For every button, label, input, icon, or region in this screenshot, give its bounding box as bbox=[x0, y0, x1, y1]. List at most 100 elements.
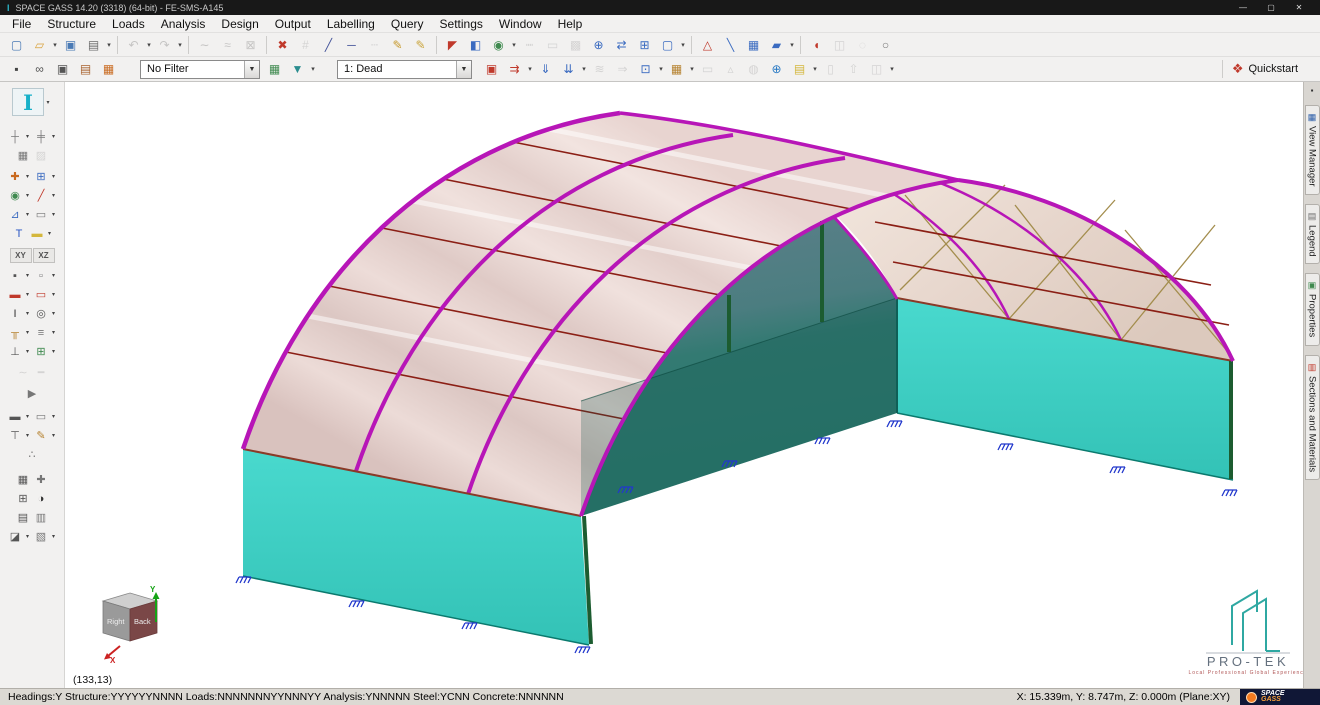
render-icon[interactable]: ▰ bbox=[765, 35, 788, 55]
left-tool-icon[interactable]: ≡ bbox=[33, 324, 50, 341]
support-symbol[interactable] bbox=[462, 623, 477, 629]
save-icon[interactable]: ▣ bbox=[59, 35, 82, 55]
close-icon[interactable]: ✕ bbox=[1285, 3, 1313, 12]
shade-mode-icon[interactable]: ◫ bbox=[828, 35, 851, 55]
left-tool-icon[interactable]: ▥ bbox=[33, 509, 50, 526]
dropdown-arrow-icon[interactable]: ▾ bbox=[657, 65, 665, 73]
dropdown-arrow-icon[interactable]: ▾ bbox=[788, 41, 796, 49]
left-tool-icon[interactable]: ⊤ bbox=[7, 427, 24, 444]
i-section-tool[interactable]: I bbox=[7, 305, 24, 322]
left-tool-icon[interactable]: ╪ bbox=[33, 128, 50, 145]
dropdown-arrow-icon[interactable]: ▾ bbox=[50, 173, 58, 180]
dropdown-arrow-icon[interactable]: ▾ bbox=[105, 41, 113, 49]
draw-member-icon[interactable]: ╱ bbox=[317, 35, 340, 55]
node-tool-icon[interactable]: ◉ bbox=[487, 35, 510, 55]
left-tool-icon[interactable]: ▧ bbox=[33, 528, 50, 545]
panel-tab-properties[interactable]: ▣Properties bbox=[1305, 273, 1320, 345]
left-tool-icon[interactable]: ▫ bbox=[33, 267, 50, 284]
export-icon[interactable]: ⇧ bbox=[842, 59, 865, 79]
fill-region-icon[interactable]: ◧ bbox=[464, 35, 487, 55]
distributed-load-icon[interactable]: ⇊ bbox=[557, 59, 580, 79]
left-tool-icon[interactable]: ✎ bbox=[33, 427, 50, 444]
dropdown-arrow-icon[interactable]: ▾ bbox=[24, 432, 32, 439]
panel-menu-icon[interactable]: ▪ bbox=[1307, 85, 1318, 96]
left-tool-icon[interactable]: ━ bbox=[33, 364, 50, 381]
menu-file[interactable]: File bbox=[4, 16, 39, 32]
add-node-tool[interactable]: ✚ bbox=[7, 168, 24, 185]
load-flags-icon[interactable]: ⇉ bbox=[503, 59, 526, 79]
left-tool-icon[interactable]: ⊥ bbox=[7, 343, 24, 360]
diagonal-view-icon[interactable]: ╲ bbox=[719, 35, 742, 55]
filter-grid-icon[interactable]: ▦ bbox=[97, 59, 120, 79]
dropdown-arrow-icon[interactable]: ▾ bbox=[24, 133, 32, 140]
left-tool-icon[interactable]: ▦ bbox=[15, 471, 32, 488]
world-icon[interactable]: ⊕ bbox=[765, 59, 788, 79]
dropdown-arrow-icon[interactable]: ▾ bbox=[50, 192, 58, 199]
node-draw-tool[interactable]: ◉ bbox=[7, 187, 24, 204]
left-tool-icon[interactable]: ∴ bbox=[24, 446, 41, 463]
arc-tool-icon[interactable]: ≈ bbox=[216, 35, 239, 55]
swap-view-icon[interactable]: ⇄ bbox=[610, 35, 633, 55]
left-tool-icon[interactable]: ┼ bbox=[7, 128, 24, 145]
left-tool-icon[interactable]: ◑ bbox=[33, 490, 50, 507]
dropdown-arrow-icon[interactable]: ▾ bbox=[50, 329, 58, 336]
minimize-icon[interactable]: — bbox=[1229, 3, 1257, 12]
snapshot-icon[interactable]: ◫ bbox=[865, 59, 888, 79]
support-symbol[interactable] bbox=[349, 601, 364, 607]
dropdown-arrow-icon[interactable]: ▾ bbox=[811, 65, 819, 73]
left-tool-icon[interactable]: ▭ bbox=[33, 286, 50, 303]
datasheet-icon[interactable]: ⊞ bbox=[633, 35, 656, 55]
binoculars-icon[interactable]: ∞ bbox=[28, 59, 51, 79]
dropdown-arrow-icon[interactable]: ▾ bbox=[44, 99, 52, 106]
dropdown-arrow-icon[interactable]: ▾ bbox=[24, 192, 32, 199]
left-tool-icon[interactable]: ▭ bbox=[33, 206, 50, 223]
support-symbol[interactable] bbox=[998, 444, 1013, 450]
dropdown-arrow-icon[interactable]: ▾ bbox=[50, 413, 58, 420]
draw-dashed-icon[interactable]: ┄ bbox=[363, 35, 386, 55]
menu-query[interactable]: Query bbox=[383, 16, 432, 32]
dropdown-arrow-icon[interactable]: ▾ bbox=[580, 65, 588, 73]
menu-design[interactable]: Design bbox=[213, 16, 266, 32]
dropdown-arrow-icon[interactable]: ▾ bbox=[145, 41, 153, 49]
left-tool-icon[interactable]: ▪ bbox=[7, 267, 24, 284]
open-icon[interactable]: ▱ bbox=[28, 35, 51, 55]
left-tool-icon[interactable]: ▬ bbox=[7, 408, 24, 425]
dropdown-arrow-icon[interactable]: ▾ bbox=[50, 211, 58, 218]
dropdown-arrow-icon[interactable]: ▾ bbox=[24, 348, 32, 355]
left-tool-icon[interactable]: ⊞ bbox=[15, 490, 32, 507]
chevron-down-icon[interactable]: ▼ bbox=[456, 61, 471, 78]
left-tool-icon[interactable]: ▤ bbox=[15, 509, 32, 526]
left-tool-icon[interactable]: ▬ bbox=[29, 225, 46, 242]
dropdown-arrow-icon[interactable]: ▾ bbox=[50, 133, 58, 140]
menu-loads[interactable]: Loads bbox=[104, 16, 153, 32]
support-symbol[interactable] bbox=[1110, 467, 1125, 473]
box-tool-icon[interactable]: ▭ bbox=[541, 35, 564, 55]
table-icon[interactable]: ▦ bbox=[742, 35, 765, 55]
dropdown-arrow-icon[interactable]: ▾ bbox=[24, 291, 32, 298]
panel-tab-sections-and-materials[interactable]: ▥Sections and Materials bbox=[1305, 355, 1320, 480]
quickstart-button[interactable]: ❖ Quickstart bbox=[1218, 60, 1312, 78]
node-select-icon[interactable]: ▪ bbox=[5, 59, 28, 79]
filter-combobox[interactable]: No Filter ▼ bbox=[140, 60, 260, 79]
support-symbol[interactable] bbox=[1222, 490, 1237, 496]
member-draw-tool[interactable]: ╱ bbox=[33, 187, 50, 204]
support-symbol[interactable] bbox=[887, 421, 902, 427]
notes-icon[interactable]: ▤ bbox=[788, 59, 811, 79]
menu-output[interactable]: Output bbox=[267, 16, 319, 32]
dropdown-arrow-icon[interactable]: ▾ bbox=[888, 65, 896, 73]
pencil-icon[interactable]: ✎ bbox=[386, 35, 409, 55]
area-load-icon[interactable]: ⊡ bbox=[634, 59, 657, 79]
menu-analysis[interactable]: Analysis bbox=[153, 16, 214, 32]
dropdown-arrow-icon[interactable]: ▾ bbox=[24, 211, 32, 218]
dash-tool-icon[interactable]: ┉ bbox=[518, 35, 541, 55]
support-symbol[interactable] bbox=[575, 647, 590, 653]
menu-structure[interactable]: Structure bbox=[39, 16, 104, 32]
filter-apply-icon[interactable]: ▦ bbox=[263, 59, 286, 79]
pen-icon[interactable]: ✎ bbox=[409, 35, 432, 55]
new-icon[interactable]: ▢ bbox=[5, 35, 28, 55]
dropdown-arrow-icon[interactable]: ▾ bbox=[24, 272, 32, 279]
left-tool-icon[interactable]: ∼ bbox=[15, 364, 32, 381]
text-tool[interactable]: T bbox=[11, 225, 28, 242]
left-tool-icon[interactable]: ⊞ bbox=[33, 343, 50, 360]
play-animation-button[interactable]: ▶ bbox=[24, 385, 41, 402]
